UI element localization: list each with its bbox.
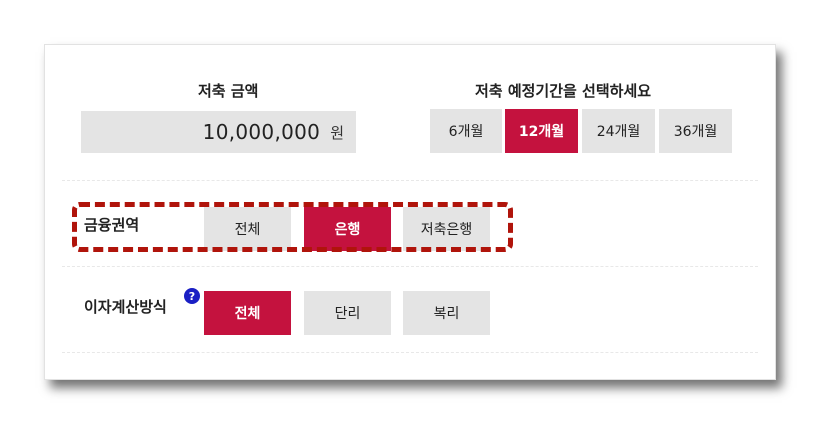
divider	[62, 352, 758, 353]
interest-method-option-simple[interactable]: 단리	[304, 291, 391, 335]
interest-method-option-compound[interactable]: 복리	[403, 291, 490, 335]
period-option-6m[interactable]: 6개월	[430, 109, 502, 153]
finance-area-label: 금융권역	[84, 216, 140, 234]
period-title: 저축 예정기간을 선택하세요	[475, 82, 652, 100]
finance-area-option-bank[interactable]: 은행	[304, 207, 391, 251]
divider	[62, 180, 758, 181]
finance-area-option-all[interactable]: 전체	[204, 207, 291, 251]
divider	[62, 266, 758, 267]
amount-title: 저축 금액	[198, 82, 259, 100]
period-option-12m[interactable]: 12개월	[505, 109, 578, 153]
period-option-36m[interactable]: 36개월	[659, 109, 732, 153]
amount-field[interactable]: 10,000,000 원	[81, 111, 356, 153]
interest-method-label: 이자계산방식	[84, 298, 167, 316]
period-option-24m[interactable]: 24개월	[582, 109, 655, 153]
finance-area-option-savings-bank[interactable]: 저축은행	[403, 207, 490, 251]
amount-value: 10,000,000	[202, 120, 321, 144]
help-icon[interactable]: ?	[184, 288, 200, 304]
interest-method-option-all[interactable]: 전체	[204, 291, 291, 335]
amount-unit: 원	[330, 123, 344, 142]
